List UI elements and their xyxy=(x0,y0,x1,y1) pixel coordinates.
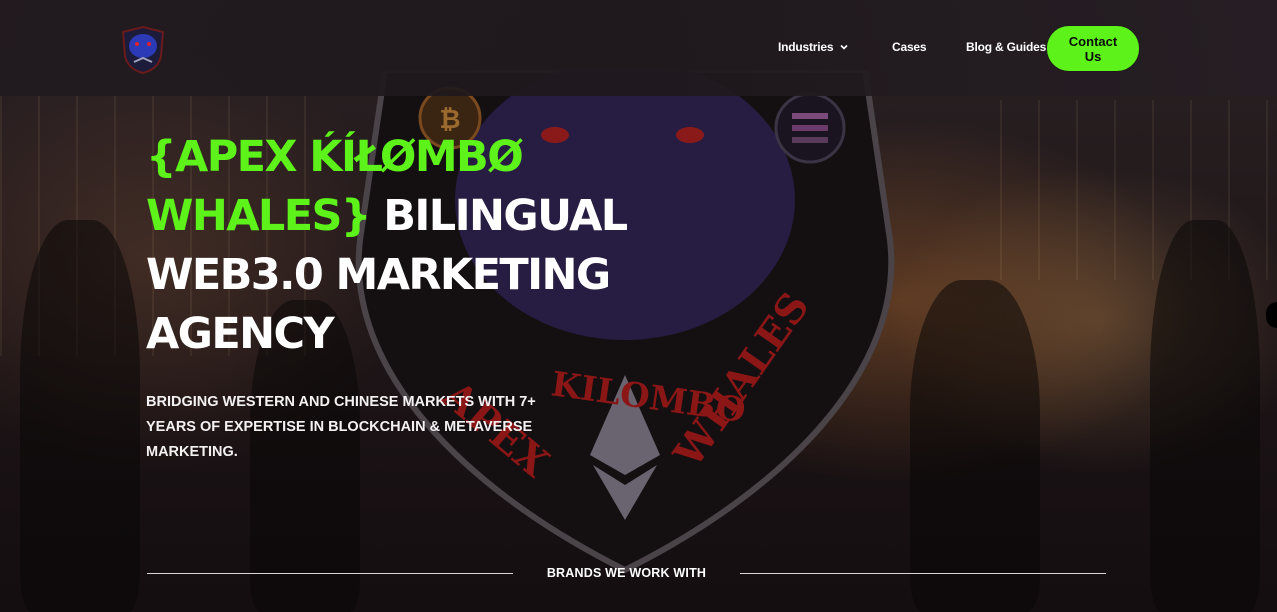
nav-industries-label: Industries xyxy=(778,40,834,54)
floating-widget-icon[interactable] xyxy=(1266,302,1277,328)
hero-headline: {APEX ḰÍŁØMBØ WHALES} BILINGUAL WEB3.0 M… xyxy=(146,128,666,364)
wolf-shield-logo-icon[interactable] xyxy=(120,26,166,74)
contact-us-button[interactable]: Contact Us xyxy=(1047,26,1139,71)
brands-divider-right xyxy=(740,573,1106,574)
soldier-silhouette-right xyxy=(1150,220,1260,612)
nav-blog-guides[interactable]: Blog & Guides xyxy=(966,40,1046,54)
hero-subheadline: BRIDGING WESTERN AND CHINESE MARKETS WIT… xyxy=(146,394,536,460)
chevron-down-icon xyxy=(840,44,848,50)
nav-industries[interactable]: Industries xyxy=(778,40,849,54)
soldier-silhouette-left xyxy=(20,220,140,612)
site-header: Industries Cases Blog & Guides Contact U… xyxy=(0,0,1277,96)
brands-heading: BRANDS WE WORK WITH xyxy=(546,566,707,580)
nav-cases[interactable]: Cases xyxy=(892,40,927,54)
soldier-silhouette-center-right xyxy=(910,280,1040,612)
brands-divider-left xyxy=(147,573,513,574)
